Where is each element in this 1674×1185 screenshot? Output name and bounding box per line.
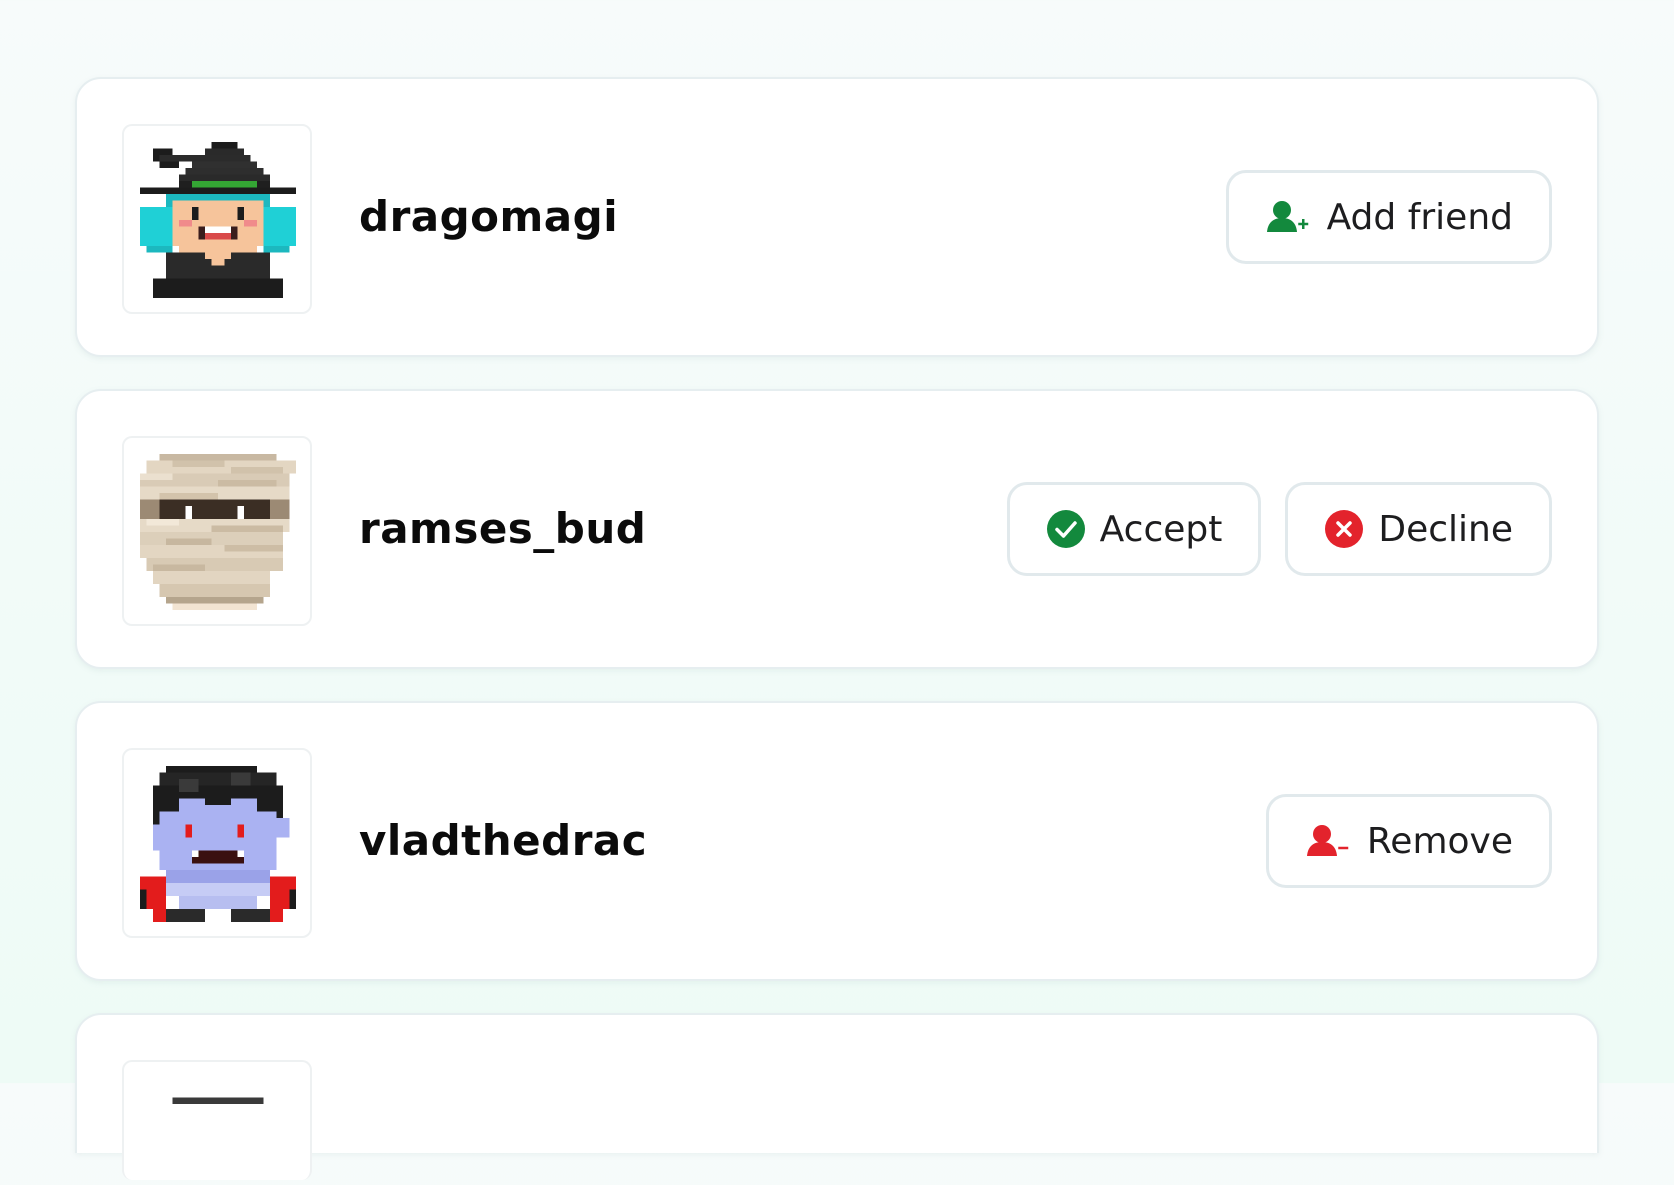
friend-card: vladthedrac Remove	[75, 701, 1599, 981]
friend-actions: Add friend	[1225, 79, 1552, 355]
add-friend-button[interactable]: Add friend	[1225, 170, 1552, 264]
witch-avatar-icon	[140, 142, 296, 298]
username: vladthedrac	[359, 816, 648, 865]
add-friend-label: Add friend	[1326, 196, 1513, 238]
accept-button[interactable]: Accept	[1006, 482, 1262, 576]
remove-button[interactable]: Remove	[1265, 794, 1552, 888]
friend-actions: Accept Decline	[1006, 391, 1552, 667]
avatar	[122, 124, 312, 314]
decline-button[interactable]: Decline	[1285, 482, 1552, 576]
friend-card: dragomagi Add friend	[75, 77, 1599, 357]
check-circle-icon	[1046, 509, 1086, 549]
mummy-avatar-icon	[140, 454, 296, 610]
x-circle-icon	[1324, 509, 1364, 549]
user-plus-icon	[1265, 199, 1313, 235]
username: dragomagi	[359, 192, 619, 241]
decline-label: Decline	[1378, 508, 1513, 550]
user-minus-icon	[1305, 823, 1353, 859]
remove-label: Remove	[1366, 820, 1513, 862]
friends-list: dragomagi Add friend ramses_bud Accept D…	[75, 77, 1599, 1185]
friend-card	[75, 1013, 1599, 1180]
avatar	[122, 1060, 312, 1180]
friend-card: ramses_bud Accept Decline	[75, 389, 1599, 669]
avatar	[122, 436, 312, 626]
friend-actions: Remove	[1265, 703, 1552, 979]
avatar	[122, 748, 312, 938]
vampire-avatar-icon	[140, 766, 296, 922]
accept-label: Accept	[1099, 508, 1223, 550]
username: ramses_bud	[359, 504, 647, 553]
avatar-icon	[172, 1097, 264, 1104]
